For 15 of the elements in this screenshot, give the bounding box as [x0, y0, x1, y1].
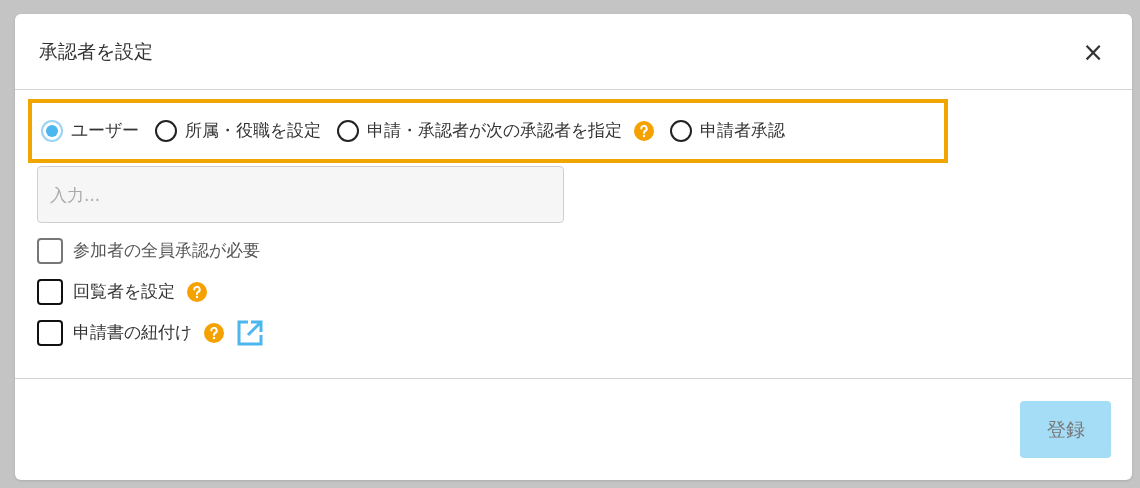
radio-option[interactable]: 申請・承認者が次の承認者を指定	[337, 118, 622, 144]
radio-option[interactable]: ユーザー	[41, 118, 139, 144]
input-field[interactable]: 入力...	[37, 166, 564, 223]
radio-option[interactable]: 所属・役職を設定	[155, 118, 321, 144]
radio-option[interactable]: 申請者承認	[670, 118, 785, 144]
checkbox[interactable]	[37, 279, 63, 305]
radio-button[interactable]	[337, 120, 359, 142]
checkbox[interactable]	[37, 320, 63, 346]
radio-button[interactable]	[155, 120, 177, 142]
checkbox-option[interactable]: 申請書の紐付け	[37, 320, 192, 346]
radio-button[interactable]	[670, 120, 692, 142]
dialog-title: 承認者を設定	[39, 39, 153, 65]
checkbox-option[interactable]: 回覧者を設定	[37, 279, 175, 305]
close-button[interactable]: ×	[1078, 38, 1108, 65]
external-link-icon[interactable]	[236, 319, 264, 347]
